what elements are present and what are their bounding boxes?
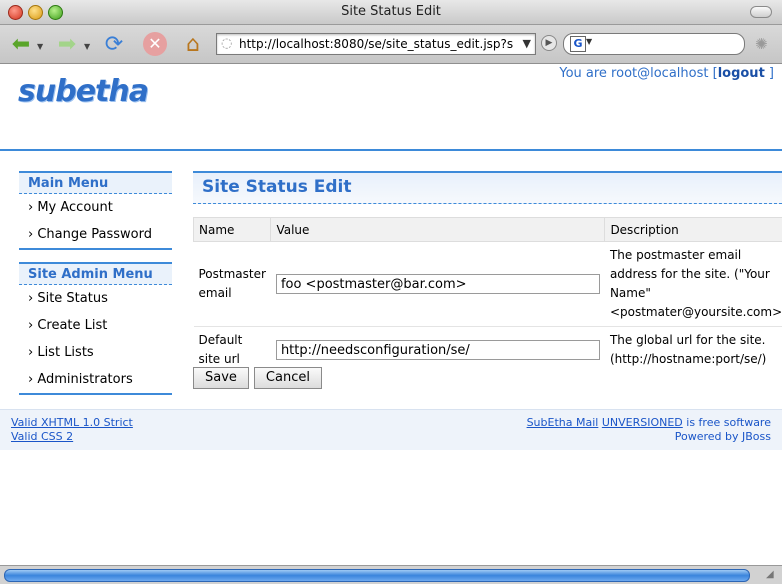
- resize-grip-icon[interactable]: ◢: [766, 569, 778, 581]
- table-row: Postmaster email The postmaster email ad…: [194, 242, 782, 327]
- web-page: subetha You are root@localhost [logout ]…: [0, 64, 782, 564]
- header-divider: [0, 149, 782, 151]
- postmaster-email-input[interactable]: [276, 274, 600, 294]
- save-button[interactable]: Save: [193, 367, 249, 389]
- google-search-engine-icon[interactable]: G: [570, 36, 586, 52]
- search-field[interactable]: G ▼: [563, 33, 745, 55]
- main-menu: Main Menu › My Account › Change Password: [19, 171, 172, 250]
- page-title-bar: Site Status Edit: [193, 171, 782, 204]
- main-menu-title: Main Menu: [19, 173, 172, 194]
- free-software-text: is free software: [683, 416, 771, 429]
- url-history-dropdown-icon[interactable]: ▼: [523, 37, 531, 50]
- sidebar-item-change-password[interactable]: › Change Password: [19, 221, 172, 248]
- forward-history-dropdown-icon[interactable]: ▼: [84, 42, 90, 51]
- cancel-button[interactable]: Cancel: [254, 367, 322, 389]
- horizontal-scrollbar[interactable]: [4, 569, 750, 582]
- toolbar-toggle-button[interactable]: [750, 6, 772, 18]
- window-titlebar: Site Status Edit: [0, 0, 782, 25]
- page-footer: Valid XHTML 1.0 Strict Valid CSS 2 SubEt…: [0, 409, 782, 450]
- sidebar-item-site-status[interactable]: › Site Status: [19, 285, 172, 312]
- column-header-value: Value: [271, 218, 605, 242]
- site-admin-menu: Site Admin Menu › Site Status › Create L…: [19, 262, 172, 395]
- user-status-text: You are root@localhost [: [559, 66, 717, 81]
- version-link[interactable]: UNVERSIONED: [602, 416, 683, 429]
- validation-links: Valid XHTML 1.0 Strict Valid CSS 2: [11, 416, 133, 444]
- stop-icon[interactable]: ✕: [140, 29, 170, 59]
- setting-description: The postmaster email address for the sit…: [605, 242, 782, 327]
- valid-css-link[interactable]: Valid CSS 2: [11, 430, 73, 443]
- back-arrow-icon[interactable]: ⬅: [6, 29, 36, 59]
- home-icon[interactable]: ⌂: [178, 29, 208, 59]
- page-title: Site Status Edit: [202, 177, 352, 197]
- search-engine-dropdown-icon[interactable]: ▼: [586, 37, 592, 46]
- form-buttons: SaveCancel: [193, 367, 327, 389]
- sidebar-item-my-account[interactable]: › My Account: [19, 194, 172, 221]
- user-status: You are root@localhost [logout ]: [559, 66, 774, 81]
- back-history-dropdown-icon[interactable]: ▼: [37, 42, 43, 51]
- activity-throbber-icon: ✺: [755, 35, 768, 53]
- go-icon[interactable]: ▶: [541, 35, 557, 51]
- site-status-table: Name Value Description Postmaster email …: [193, 217, 782, 373]
- powered-by-text: Powered by: [675, 430, 742, 443]
- logout-link[interactable]: logout: [718, 66, 765, 81]
- sidebar: Main Menu › My Account › Change Password…: [19, 171, 172, 407]
- setting-name: Postmaster email: [194, 242, 271, 327]
- valid-xhtml-link[interactable]: Valid XHTML 1.0 Strict: [11, 416, 133, 429]
- credits: SubEtha Mail UNVERSIONED is free softwar…: [527, 416, 771, 444]
- browser-toolbar: ⬅ ▼ ➡ ▼ ⟳ ✕ ⌂ ◌ http://localhost:8080/se…: [0, 25, 782, 64]
- jboss-link[interactable]: JBoss: [742, 430, 771, 443]
- subetha-mail-link[interactable]: SubEtha Mail: [527, 416, 599, 429]
- user-status-close: ]: [765, 66, 774, 81]
- subetha-logo[interactable]: subetha: [18, 74, 148, 109]
- address-bar[interactable]: ◌ http://localhost:8080/se/site_status_e…: [216, 33, 536, 55]
- main-content: Site Status Edit Name Value Description …: [193, 171, 782, 204]
- url-text: http://localhost:8080/se/site_status_edi…: [239, 37, 515, 51]
- setting-value-cell: [271, 242, 605, 327]
- setting-description: The global url for the site. (http://hos…: [605, 327, 782, 374]
- sidebar-item-create-list[interactable]: › Create List: [19, 312, 172, 339]
- default-site-url-input[interactable]: [276, 340, 600, 360]
- loading-spinner-icon: ◌: [221, 36, 232, 51]
- forward-arrow-icon[interactable]: ➡: [52, 29, 82, 59]
- site-admin-menu-title: Site Admin Menu: [19, 264, 172, 285]
- sidebar-item-list-lists[interactable]: › List Lists: [19, 339, 172, 366]
- reload-icon[interactable]: ⟳: [99, 29, 129, 59]
- column-header-name: Name: [194, 218, 271, 242]
- window-title: Site Status Edit: [0, 4, 782, 19]
- column-header-description: Description: [605, 218, 782, 242]
- table-header-row: Name Value Description: [194, 218, 782, 242]
- window-bottom-bar: ◢: [0, 565, 782, 584]
- sidebar-item-administrators[interactable]: › Administrators: [19, 366, 172, 393]
